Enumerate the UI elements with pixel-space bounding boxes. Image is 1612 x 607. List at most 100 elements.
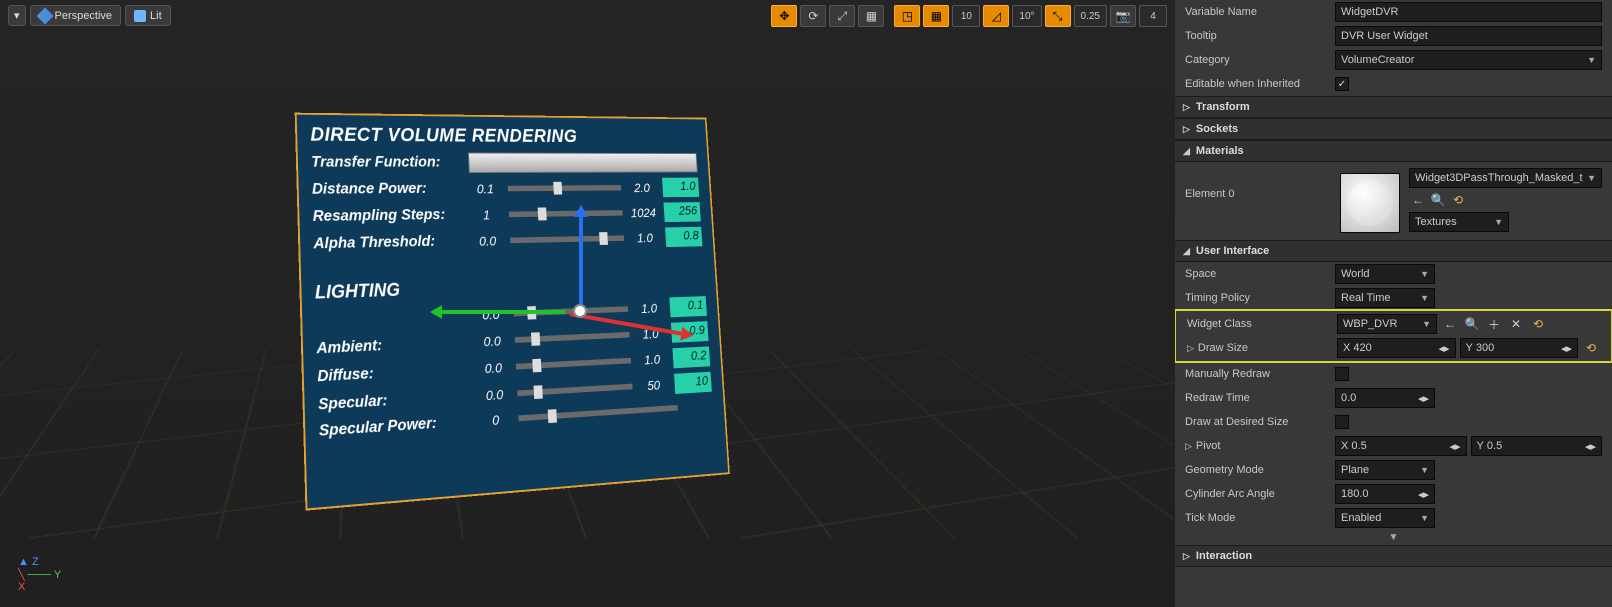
tooltip-input[interactable]: DVR User Widget <box>1335 26 1602 46</box>
ui-section-header[interactable]: ◢User Interface <box>1175 240 1612 262</box>
viewport[interactable]: ▾ Perspective Lit ✥ ⟳ ⤢ ▦ ◳ ▦ 10 ◿ 10° ⤡… <box>0 0 1175 607</box>
param-value[interactable]: 0.1 <box>669 296 707 317</box>
surface-snap-button[interactable]: ◳ <box>894 5 920 27</box>
manually-redraw-checkbox[interactable] <box>1335 367 1349 381</box>
param-label: Diffuse: <box>317 360 471 386</box>
angle-snap-button[interactable]: ◿ <box>983 5 1009 27</box>
param-slider[interactable] <box>518 405 678 421</box>
param-slider[interactable] <box>508 185 622 191</box>
space-label: Space <box>1185 268 1335 280</box>
draw-desired-label: Draw at Desired Size <box>1185 416 1335 428</box>
details-panel: Variable Name WidgetDVR Tooltip DVR User… <box>1175 0 1612 607</box>
transfer-func-dropdown[interactable] <box>468 153 698 173</box>
param-slider[interactable] <box>509 210 623 217</box>
textures-select[interactable]: Textures▼ <box>1409 212 1509 232</box>
widget-class-label: Widget Class <box>1187 318 1337 330</box>
tooltip-label: Tooltip <box>1185 30 1335 42</box>
scale-snap-button[interactable]: ⤡ <box>1045 5 1071 27</box>
param-min: 0.0 <box>472 233 504 249</box>
draw-desired-checkbox[interactable] <box>1335 415 1349 429</box>
param-max: 1.0 <box>637 351 667 367</box>
material-select[interactable]: Widget3DPassThrough_Masked_t▼ <box>1409 168 1602 188</box>
lit-button[interactable]: Lit <box>125 5 171 26</box>
draw-size-label: Draw Size <box>1198 342 1248 354</box>
param-value[interactable]: 256 <box>664 202 701 222</box>
param-min: 0.0 <box>476 333 508 350</box>
use-selected-icon[interactable]: ← <box>1409 191 1427 209</box>
param-max: 1.0 <box>636 326 666 342</box>
variable-name-input[interactable]: WidgetDVR <box>1335 2 1602 22</box>
param-value[interactable]: 10 <box>674 372 712 394</box>
widget-class-select[interactable]: WBP_DVR▼ <box>1337 314 1437 334</box>
redraw-time-input[interactable]: 0.0◂▸ <box>1335 388 1435 408</box>
param-value[interactable]: 0.8 <box>665 227 702 247</box>
browse-icon[interactable]: 🔍 <box>1463 315 1481 333</box>
add-icon[interactable]: ＋ <box>1485 315 1503 333</box>
scale-mode-button[interactable]: ⤢ <box>829 5 855 27</box>
select-mode-button[interactable]: ✥ <box>771 5 797 27</box>
interaction-section-header[interactable]: ▷Interaction <box>1175 545 1612 567</box>
pivot-x-input[interactable]: X 0.5◂▸ <box>1335 436 1467 456</box>
perspective-button[interactable]: Perspective <box>30 5 121 26</box>
param-max: 1.0 <box>630 230 660 245</box>
scale-snap-value[interactable]: 0.25 <box>1074 5 1107 27</box>
transform-section-header[interactable]: ▷Transform <box>1175 96 1612 118</box>
param-label: Distance Power: <box>312 180 463 198</box>
rotate-mode-button[interactable]: ⟳ <box>800 5 826 27</box>
param-value[interactable]: 0.9 <box>671 321 709 343</box>
space-select[interactable]: World▼ <box>1335 264 1435 284</box>
coord-space-button[interactable]: ▦ <box>858 5 884 27</box>
param-value[interactable]: 0.2 <box>672 346 710 368</box>
geometry-mode-label: Geometry Mode <box>1185 464 1335 476</box>
perspective-label: Perspective <box>55 10 112 22</box>
axis-indicator: ▲ Z ╲ ─── Y X <box>18 556 61 593</box>
pivot-y-input[interactable]: Y 0.5◂▸ <box>1471 436 1603 456</box>
category-label: Category <box>1185 54 1335 66</box>
cylinder-arc-label: Cylinder Arc Angle <box>1185 488 1335 500</box>
param-min: 0.0 <box>478 386 510 403</box>
param-min: 0.0 <box>477 359 509 376</box>
tick-mode-select[interactable]: Enabled▼ <box>1335 508 1435 528</box>
material-element-label: Element 0 <box>1185 168 1335 200</box>
param-slider[interactable] <box>510 235 624 243</box>
cylinder-arc-input[interactable]: 180.0◂▸ <box>1335 484 1435 504</box>
editable-inherited-checkbox[interactable]: ✓ <box>1335 77 1349 91</box>
clear-icon[interactable]: ✕ <box>1507 315 1525 333</box>
sockets-section-header[interactable]: ▷Sockets <box>1175 118 1612 140</box>
grid-snap-value[interactable]: 10 <box>952 5 980 27</box>
camera-speed-value[interactable]: 4 <box>1139 5 1167 27</box>
param-max: 2.0 <box>627 180 657 194</box>
camera-speed-button[interactable]: 📷 <box>1110 5 1136 27</box>
variable-name-label: Variable Name <box>1185 6 1335 18</box>
param-label <box>316 315 468 321</box>
param-max: 1.0 <box>634 300 664 316</box>
use-selected-icon[interactable]: ← <box>1441 315 1459 333</box>
draw-size-y-input[interactable]: Y 300◂▸ <box>1460 338 1579 358</box>
viewport-options-button[interactable]: ▾ <box>8 5 26 26</box>
param-slider[interactable] <box>515 332 630 343</box>
material-thumbnail[interactable] <box>1340 173 1400 233</box>
transfer-func-label: Transfer Function: <box>311 154 462 171</box>
widget-title: DIRECT VOLUME RENDERING <box>310 124 696 148</box>
timing-select[interactable]: Real Time▼ <box>1335 288 1435 308</box>
param-min: 0.1 <box>469 181 501 196</box>
geometry-mode-select[interactable]: Plane▼ <box>1335 460 1435 480</box>
param-max: 1024 <box>629 205 659 220</box>
widget-3d-panel[interactable]: DIRECT VOLUME RENDERING Transfer Functio… <box>295 113 730 511</box>
reset-icon[interactable]: ⟲ <box>1582 339 1600 357</box>
param-slider[interactable] <box>516 358 631 370</box>
draw-size-x-input[interactable]: X 420◂▸ <box>1337 338 1456 358</box>
param-max: 50 <box>639 377 669 394</box>
angle-snap-value[interactable]: 10° <box>1012 5 1041 27</box>
param-min: 1 <box>470 207 502 222</box>
grid-snap-button[interactable]: ▦ <box>923 5 949 27</box>
expand-more-button[interactable]: ▼ <box>1175 530 1612 545</box>
param-slider[interactable] <box>513 306 628 316</box>
category-select[interactable]: VolumeCreator▼ <box>1335 50 1602 70</box>
reset-icon[interactable]: ⟲ <box>1529 315 1547 333</box>
param-slider[interactable] <box>517 384 632 397</box>
reset-icon[interactable]: ⟲ <box>1449 191 1467 209</box>
param-value[interactable]: 1.0 <box>662 178 699 198</box>
materials-section-header[interactable]: ◢Materials <box>1175 140 1612 162</box>
browse-icon[interactable]: 🔍 <box>1429 191 1447 209</box>
